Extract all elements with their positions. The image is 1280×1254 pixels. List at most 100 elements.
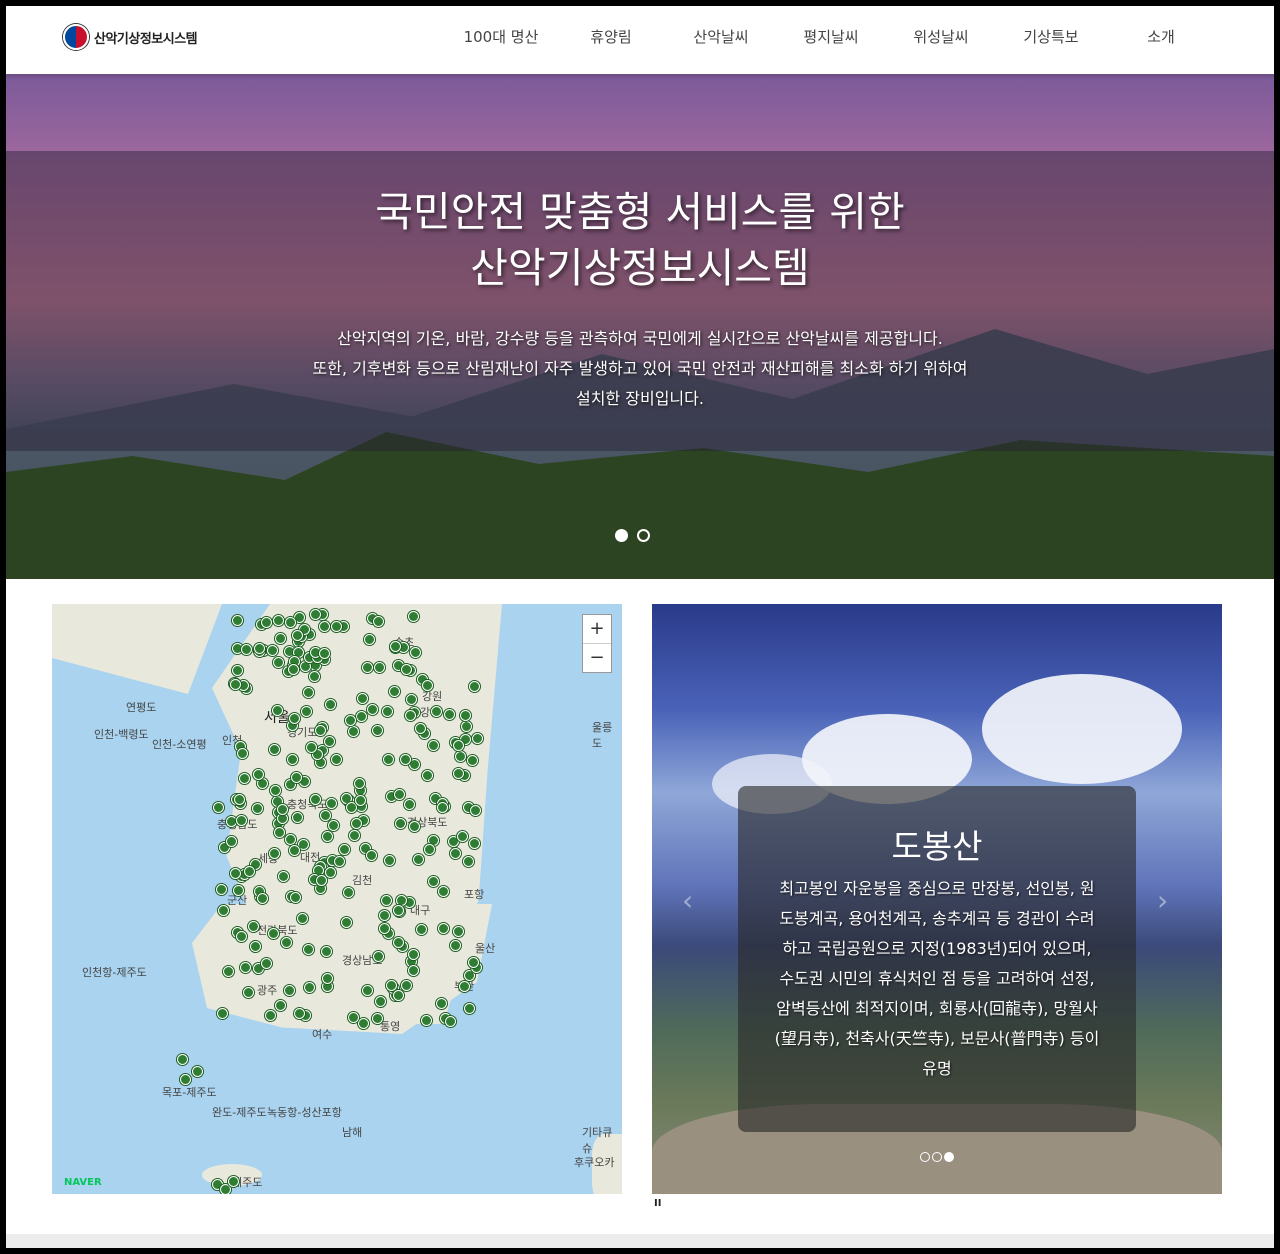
- station-marker[interactable]: [261, 957, 273, 969]
- station-marker[interactable]: [274, 999, 286, 1011]
- station-marker[interactable]: [471, 732, 483, 744]
- station-marker[interactable]: [407, 949, 419, 961]
- station-marker[interactable]: [457, 830, 469, 842]
- station-marker[interactable]: [380, 894, 392, 906]
- station-marker[interactable]: [372, 616, 384, 628]
- station-marker[interactable]: [284, 617, 296, 629]
- station-marker[interactable]: [244, 865, 256, 877]
- station-marker[interactable]: [453, 767, 465, 779]
- station-marker[interactable]: [301, 705, 313, 717]
- station-marker[interactable]: [430, 705, 442, 717]
- station-marker[interactable]: [365, 849, 377, 861]
- station-marker[interactable]: [292, 811, 304, 823]
- station-marker[interactable]: [394, 818, 406, 829]
- station-marker[interactable]: [268, 743, 280, 755]
- station-marker[interactable]: [455, 750, 467, 762]
- station-marker[interactable]: [331, 753, 343, 765]
- station-marker[interactable]: [315, 875, 327, 887]
- nav-weather-warning[interactable]: 기상특보: [996, 26, 1106, 47]
- slider-next-arrow[interactable]: ›: [1157, 884, 1168, 917]
- station-marker[interactable]: [444, 1015, 456, 1027]
- station-marker[interactable]: [410, 646, 422, 658]
- station-marker[interactable]: [288, 663, 300, 675]
- station-marker[interactable]: [327, 819, 339, 831]
- station-marker[interactable]: [348, 1011, 360, 1023]
- station-marker[interactable]: [320, 946, 332, 958]
- slider-pause-button[interactable]: II: [654, 1198, 661, 1209]
- station-marker[interactable]: [306, 741, 318, 753]
- station-marker[interactable]: [400, 979, 412, 991]
- station-marker[interactable]: [269, 785, 281, 797]
- slider-dot-3[interactable]: [944, 1152, 954, 1162]
- nav-100-mountains[interactable]: 100대 명산: [446, 26, 556, 47]
- station-marker[interactable]: [404, 798, 415, 810]
- station-marker[interactable]: [321, 830, 333, 842]
- site-logo[interactable]: 산악기상정보시스템: [63, 24, 198, 50]
- station-marker[interactable]: [266, 645, 278, 657]
- station-marker[interactable]: [275, 632, 286, 644]
- station-marker[interactable]: [382, 753, 394, 765]
- station-marker[interactable]: [238, 772, 250, 784]
- station-marker[interactable]: [468, 957, 479, 969]
- station-marker[interactable]: [464, 1003, 476, 1015]
- station-marker[interactable]: [404, 709, 416, 721]
- station-marker[interactable]: [180, 1074, 191, 1085]
- station-marker[interactable]: [215, 883, 227, 895]
- hero-dot-2[interactable]: [637, 529, 650, 542]
- hero-dot-1[interactable]: [615, 529, 628, 542]
- station-marker[interactable]: [229, 867, 241, 879]
- station-marker[interactable]: [361, 984, 373, 996]
- station-marker[interactable]: [408, 610, 419, 622]
- slider-dot-2[interactable]: [932, 1152, 942, 1162]
- station-marker[interactable]: [462, 856, 474, 868]
- nav-about[interactable]: 소개: [1106, 26, 1216, 47]
- station-marker[interactable]: [353, 777, 365, 789]
- station-marker[interactable]: [388, 686, 400, 698]
- station-marker[interactable]: [468, 680, 480, 692]
- station-marker[interactable]: [424, 843, 435, 855]
- station-marker[interactable]: [459, 710, 471, 721]
- station-marker[interactable]: [466, 754, 478, 766]
- station-marker[interactable]: [229, 679, 241, 691]
- station-marker[interactable]: [239, 962, 251, 974]
- station-marker[interactable]: [356, 710, 368, 722]
- station-marker[interactable]: [323, 735, 335, 747]
- station-marker[interactable]: [374, 661, 386, 673]
- station-marker[interactable]: [427, 875, 439, 887]
- station-marker[interactable]: [240, 643, 252, 655]
- station-marker[interactable]: [212, 801, 224, 813]
- station-marker[interactable]: [393, 936, 405, 948]
- station-marker[interactable]: [374, 995, 386, 1007]
- station-marker[interactable]: [228, 1176, 239, 1187]
- station-marker[interactable]: [217, 1007, 229, 1019]
- nav-flatland-weather[interactable]: 평지날씨: [776, 26, 886, 47]
- station-marker[interactable]: [286, 753, 298, 765]
- station-marker[interactable]: [268, 848, 280, 860]
- station-marker[interactable]: [372, 951, 384, 963]
- nav-recreation-forest[interactable]: 휴양림: [556, 26, 666, 47]
- station-marker[interactable]: [427, 740, 439, 752]
- station-marker[interactable]: [242, 987, 254, 999]
- station-marker[interactable]: [350, 817, 362, 829]
- station-marker[interactable]: [231, 665, 243, 677]
- station-marker[interactable]: [237, 747, 249, 759]
- station-marker[interactable]: [272, 614, 284, 626]
- station-marker[interactable]: [421, 770, 433, 782]
- station-marker[interactable]: [288, 713, 300, 725]
- station-marker[interactable]: [392, 989, 404, 1001]
- station-marker[interactable]: [452, 925, 464, 937]
- station-map[interactable]: 서울 인천 경기도 강원 속초 강릉 연평도 울릉도 인천-백령도 인천-소연평…: [52, 604, 622, 1194]
- nav-satellite-weather[interactable]: 위성날씨: [886, 26, 996, 47]
- station-marker[interactable]: [319, 647, 331, 659]
- station-marker[interactable]: [342, 887, 354, 899]
- station-marker[interactable]: [358, 1017, 370, 1029]
- station-marker[interactable]: [341, 916, 353, 928]
- station-marker[interactable]: [450, 939, 462, 951]
- station-marker[interactable]: [420, 1014, 432, 1026]
- station-marker[interactable]: [319, 809, 331, 821]
- station-marker[interactable]: [344, 715, 356, 727]
- station-marker[interactable]: [354, 795, 366, 807]
- station-marker[interactable]: [280, 937, 292, 949]
- station-marker[interactable]: [294, 1007, 306, 1019]
- station-marker[interactable]: [252, 768, 264, 780]
